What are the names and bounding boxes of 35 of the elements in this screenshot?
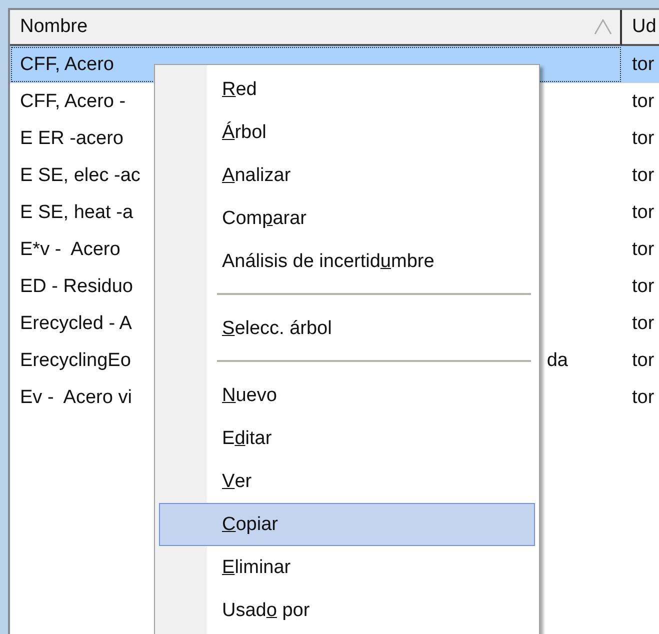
column-header[interactable]: Nombre	[10, 10, 622, 46]
menu-item[interactable]: Análisis de incertidumbre	[159, 240, 535, 283]
table-cell-text: tor	[631, 312, 656, 336]
cell-text: CFF, Acero	[20, 54, 114, 76]
menu-item[interactable]: Selecc. árbol	[159, 307, 535, 350]
cell-text: E SE, heat -a	[20, 202, 134, 224]
cell-text: Ev - Acero vi	[20, 386, 132, 408]
table-cell-text: tor	[631, 200, 656, 224]
table-cell-text: tor	[631, 238, 656, 262]
table-cell-text: tor	[631, 126, 656, 150]
table-cell-text: tor	[631, 386, 656, 410]
cell-text: ED - Residuo	[20, 276, 133, 298]
menu-item[interactable]: Analizar	[159, 154, 535, 197]
table-cell-text: tor	[631, 164, 656, 188]
table-cell-text: tor	[631, 90, 656, 114]
menu-item[interactable]: Nuevo	[159, 374, 535, 417]
menu-item[interactable]: Comparar	[159, 197, 535, 240]
cell-text: CFF, Acero -	[20, 90, 126, 112]
menu-item[interactable]: Árbol	[159, 111, 535, 154]
table-cell-text: tor	[631, 348, 656, 372]
menu-item[interactable]: Eliminar	[159, 546, 535, 589]
menu-item[interactable]: Usado por	[159, 589, 535, 632]
menu-item[interactable]: Ver	[159, 460, 535, 503]
cell-text: ErecyclingEo	[20, 350, 131, 372]
column-header[interactable]: Ud	[622, 10, 659, 46]
table-cell: tor	[622, 46, 659, 83]
cell-text: da	[546, 350, 568, 372]
menu-item[interactable]: Copiar	[159, 503, 535, 546]
table-cell-text: tor	[631, 274, 656, 298]
cell-text: E SE, elec -ac	[20, 164, 140, 186]
menu-item[interactable]: Editar	[159, 417, 535, 460]
menu-item[interactable]: Red	[159, 68, 535, 111]
cell-text: E ER -acero	[20, 128, 124, 150]
cell-text: E*v - Acero	[20, 238, 120, 260]
cell-text: Erecycled - A	[20, 312, 132, 334]
